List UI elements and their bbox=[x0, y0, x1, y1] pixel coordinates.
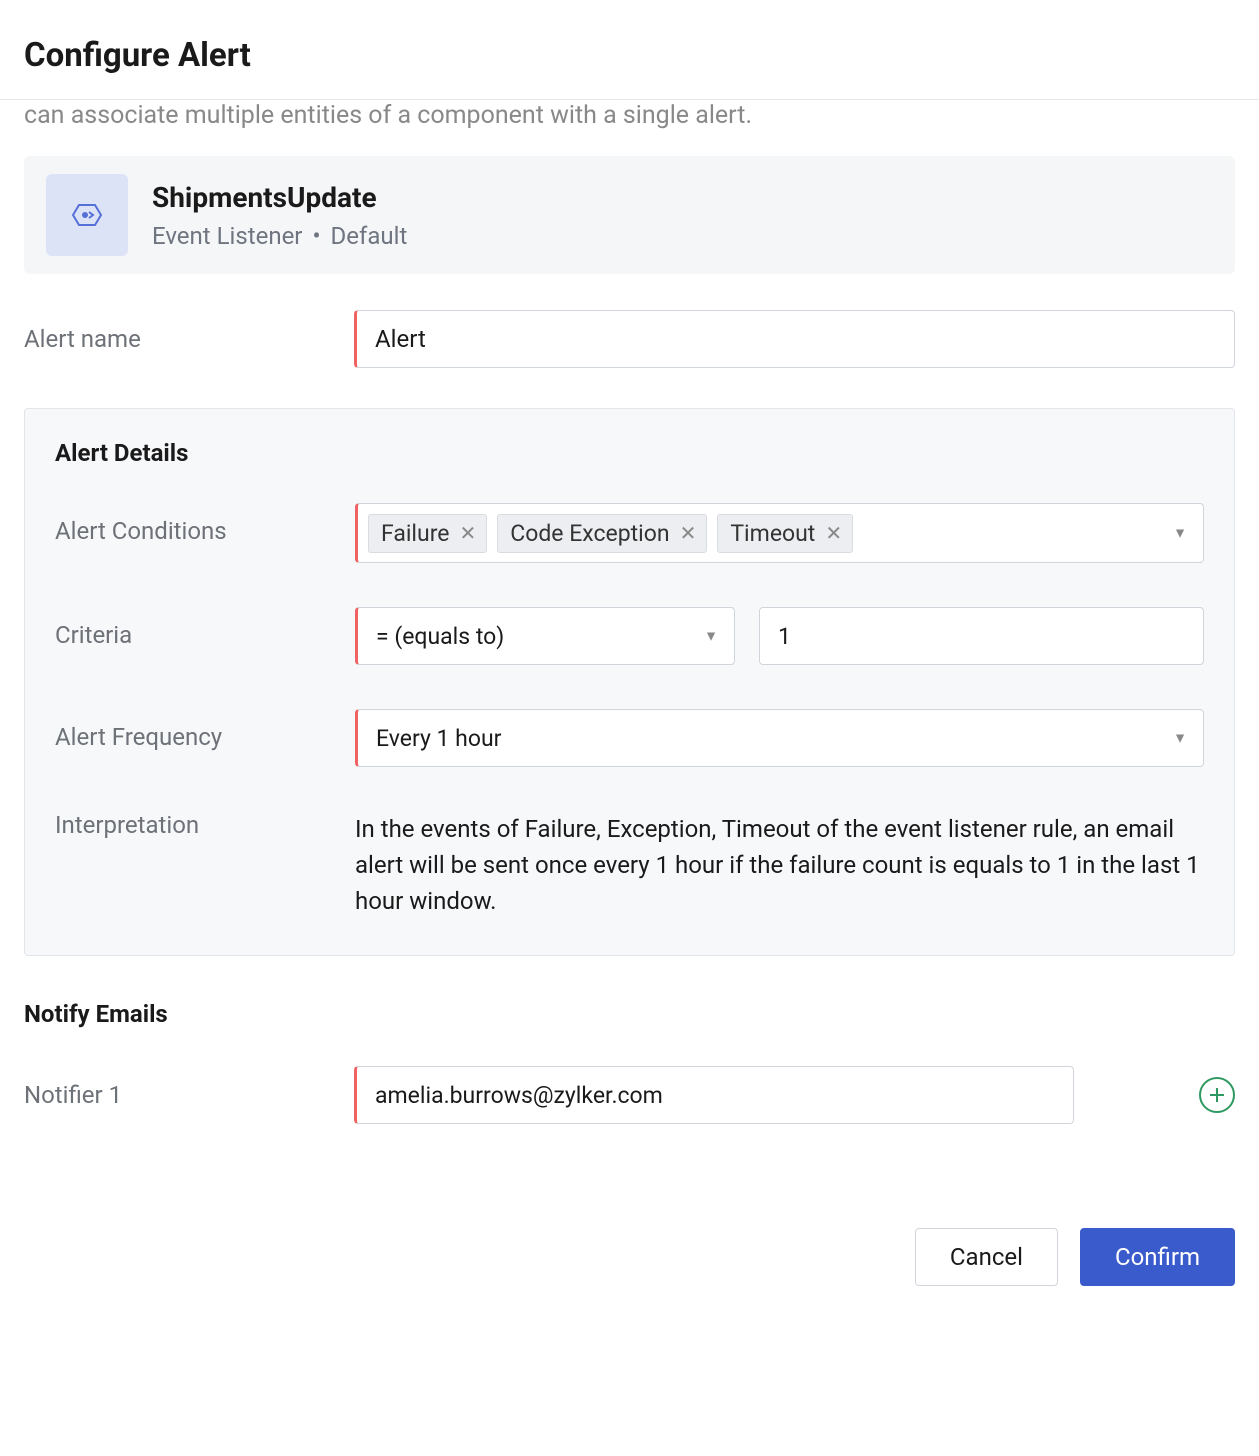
alert-conditions-label: Alert Conditions bbox=[55, 503, 355, 545]
criteria-value-input[interactable] bbox=[759, 607, 1204, 665]
interpretation-text: In the events of Failure, Exception, Tim… bbox=[355, 811, 1204, 919]
alert-name-row: Alert name bbox=[24, 310, 1235, 368]
frequency-value: Every 1 hour bbox=[376, 725, 501, 752]
add-notifier-button[interactable] bbox=[1199, 1077, 1235, 1113]
component-type: Event Listener bbox=[152, 222, 302, 250]
notifier-email-input[interactable] bbox=[354, 1066, 1074, 1124]
plus-icon bbox=[1208, 1086, 1226, 1104]
alert-conditions-row: Alert Conditions Failure ✕ Code Exceptio… bbox=[55, 503, 1204, 563]
interpretation-row: Interpretation In the events of Failure,… bbox=[55, 811, 1204, 919]
condition-tag: Timeout ✕ bbox=[717, 514, 853, 553]
alert-details-card: Alert Details Alert Conditions Failure ✕… bbox=[24, 408, 1235, 956]
component-info: ShipmentsUpdate Event Listener • Default bbox=[152, 181, 407, 250]
chevron-down-icon: ▼ bbox=[704, 628, 718, 645]
condition-tag: Code Exception ✕ bbox=[497, 514, 707, 553]
close-icon[interactable]: ✕ bbox=[680, 523, 697, 543]
dialog-content: can associate multiple entities of a com… bbox=[0, 99, 1259, 1148]
criteria-label: Criteria bbox=[55, 607, 355, 649]
frequency-select[interactable]: Every 1 hour ▼ bbox=[355, 709, 1204, 767]
separator-dot: • bbox=[312, 222, 320, 250]
notify-emails-heading: Notify Emails bbox=[24, 1000, 1235, 1028]
frequency-row: Alert Frequency Every 1 hour ▼ bbox=[55, 709, 1204, 767]
event-listener-icon bbox=[46, 174, 128, 256]
criteria-operator-select[interactable]: = (equals to) ▼ bbox=[355, 607, 735, 665]
alert-conditions-input[interactable]: Failure ✕ Code Exception ✕ Timeout ✕ ▼ bbox=[355, 503, 1204, 563]
criteria-row: Criteria = (equals to) ▼ bbox=[55, 607, 1204, 665]
component-scope: Default bbox=[331, 222, 408, 250]
notifier-label: Notifier 1 bbox=[24, 1081, 354, 1109]
condition-tag-label: Code Exception bbox=[510, 520, 669, 547]
description-text-truncated: can associate multiple entities of a com… bbox=[24, 99, 1235, 130]
close-icon[interactable]: ✕ bbox=[459, 523, 476, 543]
alert-details-title: Alert Details bbox=[55, 439, 1204, 467]
cancel-button[interactable]: Cancel bbox=[915, 1228, 1058, 1286]
component-card: ShipmentsUpdate Event Listener • Default bbox=[24, 156, 1235, 274]
component-name: ShipmentsUpdate bbox=[152, 181, 407, 214]
interpretation-label: Interpretation bbox=[55, 811, 355, 839]
chevron-down-icon: ▼ bbox=[1173, 730, 1187, 747]
alert-name-label: Alert name bbox=[24, 325, 354, 353]
chevron-down-icon: ▼ bbox=[1173, 525, 1187, 542]
dialog-footer: Cancel Confirm bbox=[0, 1148, 1259, 1310]
close-icon[interactable]: ✕ bbox=[825, 523, 842, 543]
confirm-button[interactable]: Confirm bbox=[1080, 1228, 1235, 1286]
condition-tag-label: Failure bbox=[381, 520, 449, 547]
condition-tag-label: Timeout bbox=[730, 520, 815, 547]
criteria-operator-value: = (equals to) bbox=[376, 623, 504, 650]
frequency-label: Alert Frequency bbox=[55, 709, 355, 751]
condition-tag: Failure ✕ bbox=[368, 514, 487, 553]
dialog-header: Configure Alert bbox=[0, 0, 1259, 100]
component-subtitle: Event Listener • Default bbox=[152, 222, 407, 250]
page-title: Configure Alert bbox=[24, 36, 1235, 75]
alert-name-input[interactable] bbox=[354, 310, 1235, 368]
notifier-row: Notifier 1 bbox=[24, 1066, 1235, 1124]
